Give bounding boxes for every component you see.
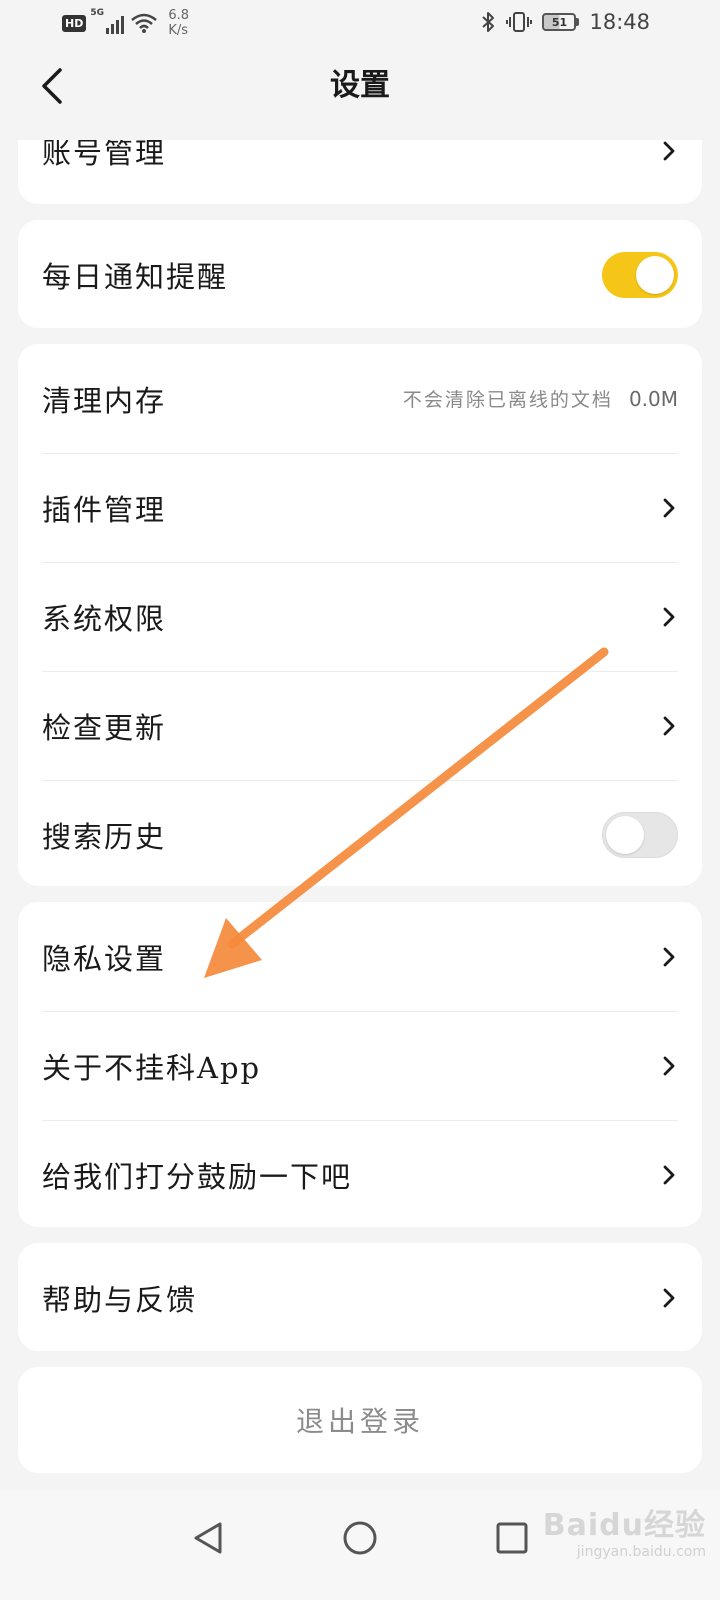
chevron-right-icon [660, 1286, 678, 1310]
help-feedback-label: 帮助与反馈 [42, 1282, 198, 1317]
privacy-settings-label: 隐私设置 [42, 941, 167, 976]
network-speed-value: 6.8 [168, 8, 190, 23]
system-permissions-label: 系统权限 [42, 601, 167, 636]
clear-cache-label: 清理内存 [42, 383, 167, 418]
search-history-label: 搜索历史 [42, 819, 167, 854]
chevron-right-icon [660, 496, 678, 520]
notification-card: 每日通知提醒 [18, 220, 702, 328]
logout-button[interactable]: 退出登录 [18, 1367, 702, 1473]
daily-notification-item[interactable]: 每日通知提醒 [18, 220, 702, 328]
about-app-item[interactable]: 关于不挂科App [18, 1011, 702, 1120]
network-type-label: 5G [90, 8, 104, 18]
account-management-item[interactable]: 账号管理 [18, 140, 702, 204]
help-feedback-item[interactable]: 帮助与反馈 [18, 1243, 702, 1351]
triangle-back-icon [194, 1522, 222, 1554]
watermark-brand: Baidu经验 [542, 1508, 706, 1543]
app-header: 设置 [0, 48, 720, 140]
account-management-label: 账号管理 [42, 140, 167, 170]
chevron-right-icon [660, 140, 678, 163]
cellular-signal-icon: 5G [90, 8, 125, 34]
page-title: 设置 [330, 68, 390, 103]
check-update-label: 检查更新 [42, 710, 167, 745]
plugin-management-item[interactable]: 插件管理 [18, 453, 702, 562]
daily-notification-toggle[interactable] [602, 251, 678, 298]
system-nav-bar: Baidu经验 jingyan.baidu.com [0, 1490, 720, 1600]
rate-app-item[interactable]: 给我们打分鼓励一下吧 [18, 1120, 702, 1227]
nav-home-button[interactable] [332, 1510, 388, 1566]
plugin-management-label: 插件管理 [42, 492, 167, 527]
nav-recents-button[interactable] [484, 1510, 540, 1566]
wifi-icon [131, 13, 158, 33]
privacy-settings-item[interactable]: 隐私设置 [18, 902, 702, 1011]
vibrate-icon [506, 12, 533, 32]
daily-notification-label: 每日通知提醒 [42, 259, 229, 294]
circle-home-icon [343, 1521, 377, 1555]
network-speed-unit: K/s [168, 23, 189, 38]
battery-level: 51 [542, 13, 577, 31]
status-bar: HD 5G 6.8 K/s 51 18:48 [0, 0, 720, 48]
bluetooth-icon [482, 12, 495, 32]
status-time: 18:48 [589, 10, 650, 34]
rate-app-label: 给我们打分鼓励一下吧 [42, 1159, 353, 1194]
search-history-toggle[interactable] [602, 811, 678, 858]
hd-badge: HD [62, 14, 87, 32]
about-card: 隐私设置 关于不挂科App 给我们打分鼓励一下吧 [18, 902, 702, 1227]
status-right-icons: 51 18:48 [480, 10, 650, 34]
status-left-icons: HD 5G 6.8 K/s [62, 8, 189, 38]
clear-cache-item[interactable]: 清理内存 不会清除已离线的文档 0.0M [18, 344, 702, 453]
baidu-watermark: Baidu经验 jingyan.baidu.com [543, 1500, 706, 1560]
system-permissions-item[interactable]: 系统权限 [18, 562, 702, 671]
chevron-right-icon [660, 945, 678, 969]
account-card: 账号管理 [18, 140, 702, 204]
check-update-item[interactable]: 检查更新 [18, 671, 702, 780]
clear-cache-hint: 不会清除已离线的文档 [402, 389, 613, 411]
square-recents-icon [496, 1522, 528, 1554]
search-history-item[interactable]: 搜索历史 [18, 780, 702, 886]
watermark-sub: jingyan.baidu.com [576, 1544, 706, 1560]
nav-back-button[interactable] [180, 1510, 236, 1566]
chevron-right-icon [660, 714, 678, 738]
logout-card: 退出登录 [18, 1367, 702, 1473]
chevron-right-icon [660, 1163, 678, 1187]
network-speed: 6.8 K/s [168, 8, 189, 38]
help-card: 帮助与反馈 [18, 1243, 702, 1351]
cache-size-value: 0.0M [628, 386, 678, 411]
battery-icon: 51 [542, 13, 580, 31]
settings-list[interactable]: 账号管理 每日通知提醒 清理内存 不会清除已离线的文档 0.0M 插件管理 系统… [0, 140, 720, 1520]
chevron-right-icon [660, 605, 678, 629]
chevron-right-icon [660, 1054, 678, 1078]
about-app-label: 关于不挂科App [42, 1050, 262, 1085]
general-card: 清理内存 不会清除已离线的文档 0.0M 插件管理 系统权限 检查更新 搜索历史 [18, 344, 702, 886]
